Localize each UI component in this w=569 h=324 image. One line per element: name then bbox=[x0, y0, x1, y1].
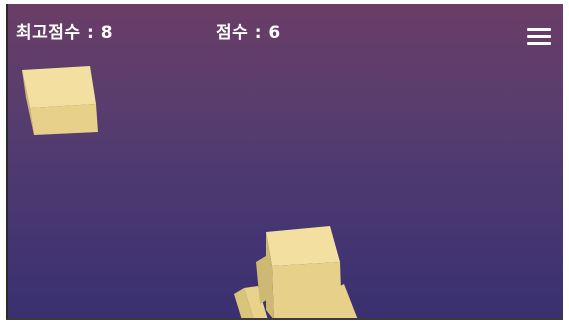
hamburger-menu-icon[interactable] bbox=[527, 26, 553, 46]
menu-bar bbox=[527, 28, 551, 31]
block-stack bbox=[234, 226, 358, 318]
menu-bar bbox=[527, 35, 551, 38]
game-scene bbox=[22, 66, 358, 318]
menu-bar bbox=[527, 42, 551, 45]
falling-block bbox=[22, 66, 98, 135]
game-viewport[interactable]: 최고점수 : 8 점수 : 6 bbox=[6, 4, 563, 320]
current-score: 점수 : 6 bbox=[216, 23, 281, 43]
best-score: 최고점수 : 8 bbox=[16, 23, 114, 43]
